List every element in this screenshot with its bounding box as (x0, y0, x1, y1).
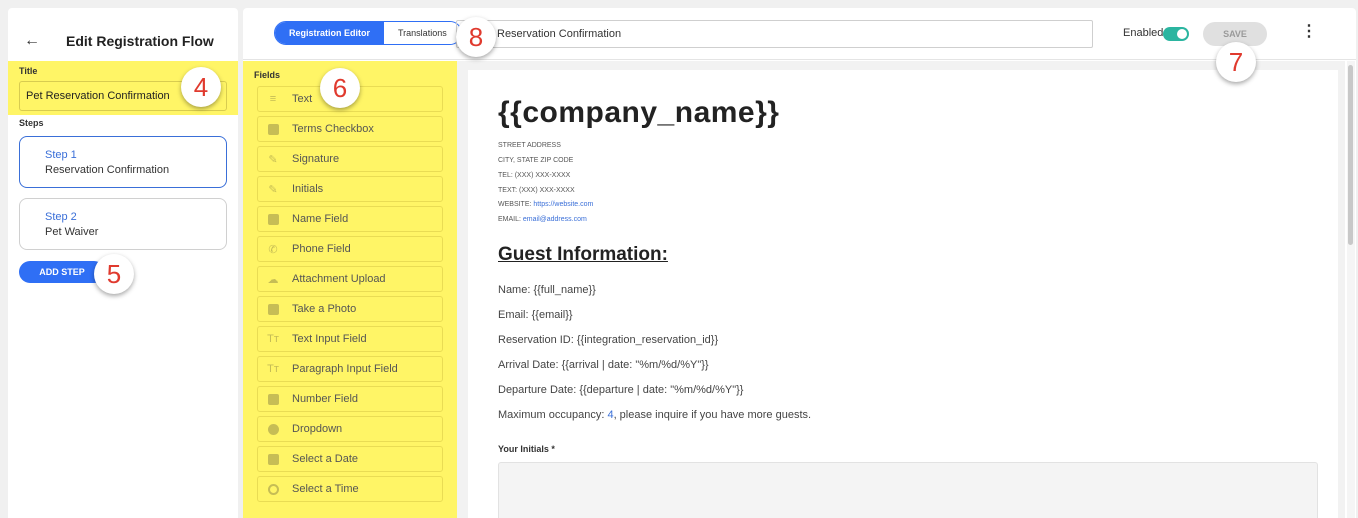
field-item-label: Dropdown (292, 423, 343, 435)
fields-label: Fields (254, 70, 281, 80)
field-item-label: Select a Date (292, 453, 359, 465)
tab-registration-editor[interactable]: Registration Editor (275, 22, 385, 44)
info-occupancy: Maximum occupancy: 4, please inquire if … (498, 409, 812, 421)
field-item-label: Text (292, 93, 313, 105)
scrollbar[interactable] (1347, 61, 1355, 518)
field-item-select-a-date[interactable]: Select a Date (257, 446, 443, 472)
field-item-label: Text Input Field (292, 333, 367, 345)
step-card-2[interactable]: Step 2 Pet Waiver (19, 198, 227, 250)
text-lines-icon: ≡ (269, 93, 277, 105)
field-item-label: Signature (292, 153, 340, 165)
step-number: Step 1 (45, 149, 77, 161)
text-size-icon: Tт (267, 333, 279, 345)
email-link[interactable]: email@address.com (523, 216, 587, 223)
initials-label: Your Initials * (498, 444, 555, 454)
top-toolbar: Registration Editor Translations Reserva… (243, 8, 1356, 60)
number-icon (266, 392, 280, 406)
editor-tabs: Registration Editor Translations (274, 21, 462, 45)
add-step-button[interactable]: ADD STEP (19, 261, 105, 283)
field-item-attachment-upload[interactable]: ☁ Attachment Upload (257, 266, 443, 292)
pen-icon: ✎ (268, 153, 278, 166)
info-email: Email: {{email}} (498, 309, 573, 321)
fields-palette: Fields ≡ Text Terms Checkbox ✎ Signature… (243, 61, 457, 518)
annotation-badge-6: 6 (320, 68, 360, 108)
enabled-label: Enabled (1123, 27, 1164, 39)
step-name: Pet Waiver (45, 226, 99, 238)
field-item-take-a-photo[interactable]: Take a Photo (257, 296, 443, 322)
field-item-dropdown[interactable]: Dropdown (257, 416, 443, 442)
checkbox-icon (266, 122, 280, 136)
annotation-badge-7: 7 (1216, 42, 1256, 82)
person-icon (266, 212, 280, 226)
calendar-icon (266, 452, 280, 466)
email-line: EMAIL: email@address.com (498, 216, 587, 223)
field-item-text-input-field[interactable]: Tт Text Input Field (257, 326, 443, 352)
title-label: Title (19, 66, 38, 76)
more-vertical-icon[interactable]: ⋮ (1301, 24, 1317, 40)
enabled-toggle[interactable] (1163, 27, 1189, 41)
text-number: TEXT: (XXX) XXX-XXXX (498, 187, 575, 194)
field-item-label: Number Field (292, 393, 359, 405)
annotation-badge-8: 8 (456, 17, 496, 57)
info-departure-date: Departure Date: {{departure | date: "%m/… (498, 384, 744, 396)
pen-icon: ✎ (268, 183, 278, 196)
guest-info-heading: Guest Information: (498, 244, 668, 265)
field-item-signature[interactable]: ✎ Signature (257, 146, 443, 172)
back-arrow-icon[interactable]: ← (24, 32, 40, 50)
website-line: WEBSITE: https://website.com (498, 201, 594, 208)
telephone: TEL: (XXX) XXX-XXXX (498, 172, 571, 179)
field-item-initials[interactable]: ✎ Initials (257, 176, 443, 202)
field-item-terms-checkbox[interactable]: Terms Checkbox (257, 116, 443, 142)
annotation-badge-5: 5 (94, 254, 134, 294)
field-item-label: Phone Field (292, 243, 351, 255)
step-number: Step 2 (45, 211, 77, 223)
step-card-1[interactable]: Step 1 Reservation Confirmation (19, 136, 227, 188)
tab-translations[interactable]: Translations (384, 22, 461, 44)
steps-label: Steps (19, 118, 44, 128)
info-name: Name: {{full_name}} (498, 284, 596, 296)
scrollbar-thumb[interactable] (1348, 65, 1353, 245)
field-item-label: Terms Checkbox (292, 123, 374, 135)
info-arrival-date: Arrival Date: {{arrival | date: "%m/%d/%… (498, 359, 709, 371)
field-item-phone-field[interactable]: ✆ Phone Field (257, 236, 443, 262)
page-title: Edit Registration Flow (66, 33, 214, 49)
field-item-name-field[interactable]: Name Field (257, 206, 443, 232)
city-state-zip: CITY, STATE ZIP CODE (498, 157, 574, 164)
field-item-label: Paragraph Input Field (292, 363, 398, 375)
step-name: Reservation Confirmation (45, 164, 170, 176)
initials-input[interactable] (498, 462, 1318, 518)
company-name: {{company_name}} (498, 96, 780, 129)
street-address: STREET ADDRESS (498, 142, 561, 149)
field-item-label: Take a Photo (292, 303, 357, 315)
document-preview: {{company_name}} STREET ADDRESS CITY, ST… (468, 70, 1338, 518)
field-item-label: Name Field (292, 213, 349, 225)
field-item-paragraph-input-field[interactable]: Tт Paragraph Input Field (257, 356, 443, 382)
info-reservation-id: Reservation ID: {{integration_reservatio… (498, 334, 719, 346)
field-item-label: Select a Time (292, 483, 359, 495)
cloud-upload-icon: ☁ (267, 273, 279, 286)
phone-icon: ✆ (268, 243, 278, 256)
dropdown-icon (266, 422, 280, 436)
annotation-badge-4: 4 (181, 67, 221, 107)
field-item-label: Initials (292, 183, 324, 195)
field-item-number-field[interactable]: Number Field (257, 386, 443, 412)
text-size-icon: Tт (267, 363, 279, 375)
clock-icon (266, 482, 280, 496)
website-link[interactable]: https://website.com (533, 201, 593, 208)
step-name-input[interactable]: Reservation Confirmation (456, 20, 1093, 48)
field-item-select-a-time[interactable]: Select a Time (257, 476, 443, 502)
main-panel: Registration Editor Translations Reserva… (243, 8, 1356, 518)
camera-icon (266, 302, 280, 316)
field-item-label: Attachment Upload (292, 273, 386, 285)
